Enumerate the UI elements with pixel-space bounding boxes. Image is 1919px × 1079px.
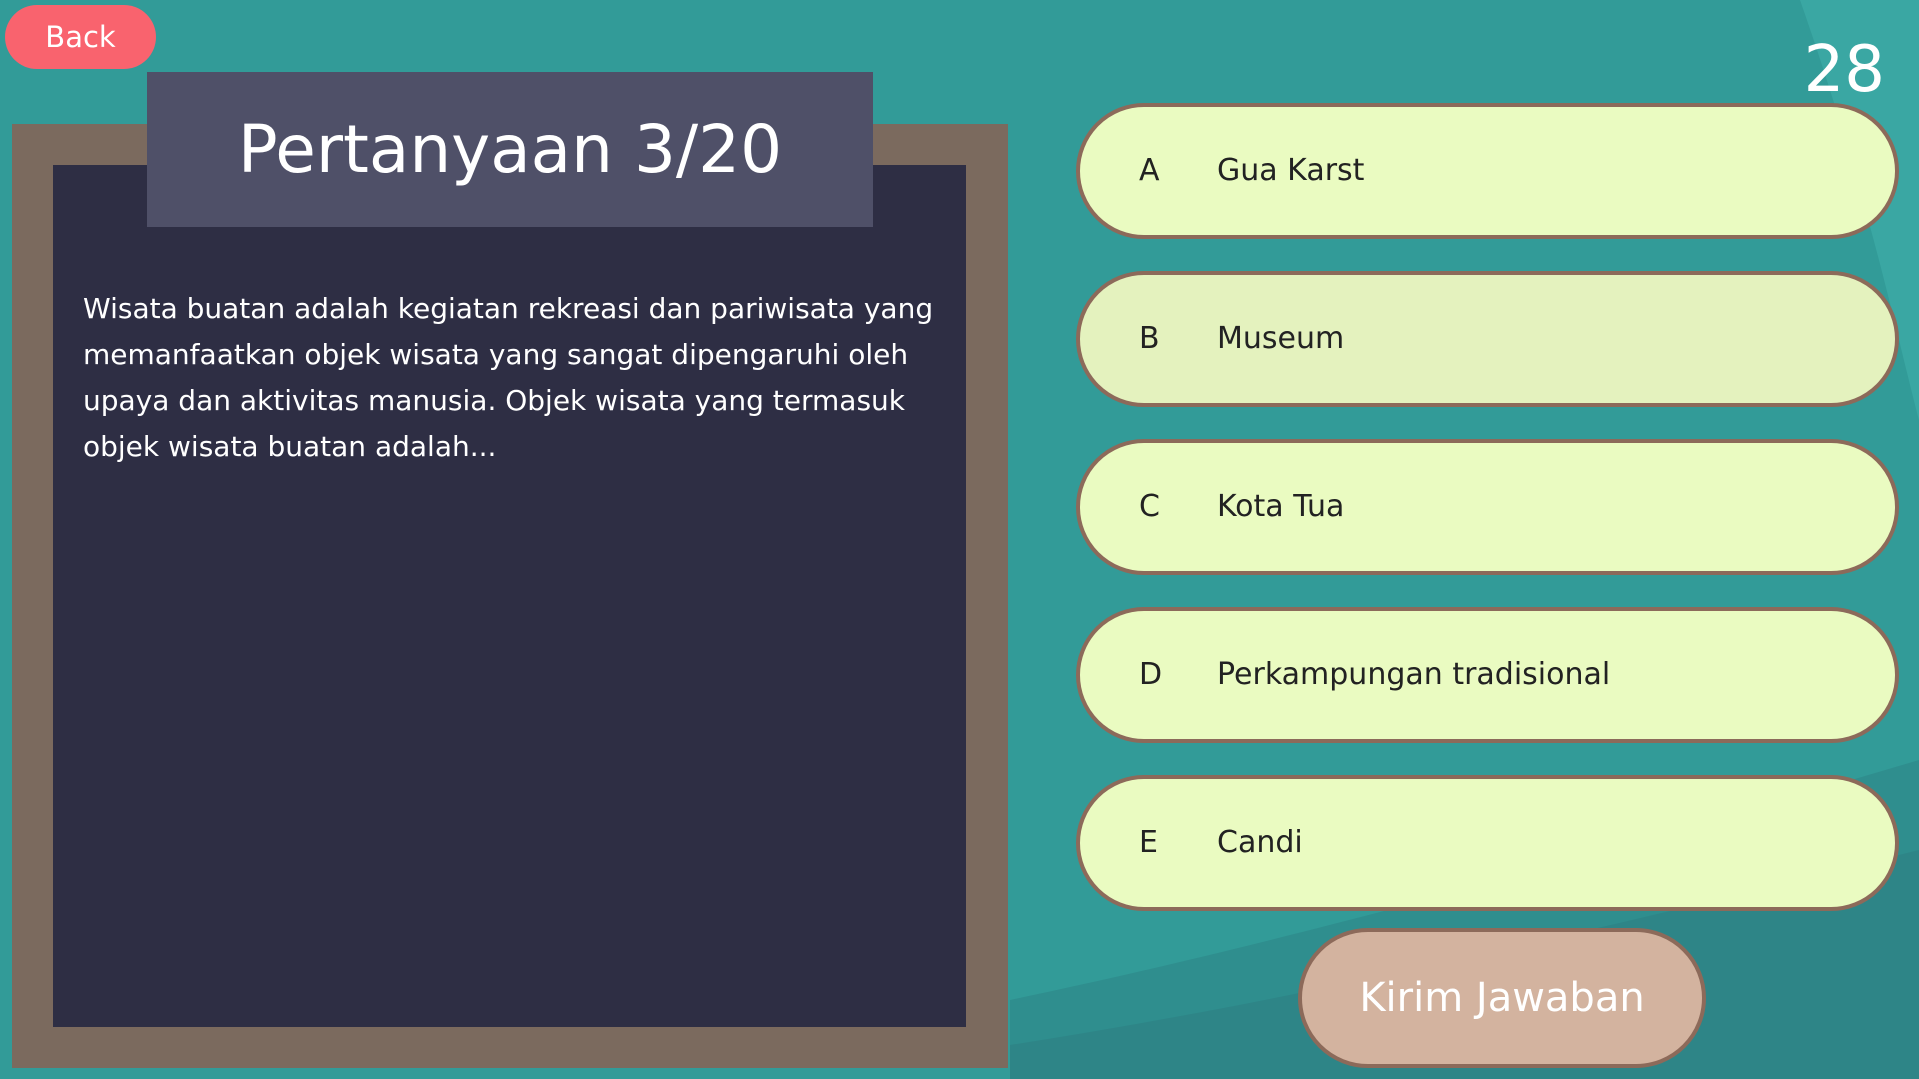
option-letter: C bbox=[1139, 489, 1160, 524]
option-b[interactable]: B Museum bbox=[1076, 271, 1899, 407]
option-label: Museum bbox=[1217, 321, 1345, 356]
option-a[interactable]: A Gua Karst bbox=[1076, 103, 1899, 239]
submit-answer-label: Kirim Jawaban bbox=[1359, 975, 1645, 1021]
option-label: Perkampungan tradisional bbox=[1217, 657, 1611, 692]
question-title: Pertanyaan 3/20 bbox=[147, 72, 873, 227]
option-label: Kota Tua bbox=[1217, 489, 1345, 524]
back-button[interactable]: Back bbox=[5, 5, 156, 69]
option-e[interactable]: E Candi bbox=[1076, 775, 1899, 911]
option-letter: A bbox=[1139, 153, 1160, 188]
option-letter: D bbox=[1139, 657, 1163, 692]
option-label: Gua Karst bbox=[1217, 153, 1365, 188]
option-c[interactable]: C Kota Tua bbox=[1076, 439, 1899, 575]
timer-countdown: 28 bbox=[1803, 33, 1885, 107]
option-letter: E bbox=[1139, 825, 1158, 860]
option-letter: B bbox=[1139, 321, 1160, 356]
question-title-label: Pertanyaan 3/20 bbox=[237, 111, 783, 188]
question-text: Wisata buatan adalah kegiatan rekreasi d… bbox=[83, 292, 934, 463]
submit-answer-button[interactable]: Kirim Jawaban bbox=[1298, 928, 1706, 1068]
option-label: Candi bbox=[1217, 825, 1303, 860]
option-d[interactable]: D Perkampungan tradisional bbox=[1076, 607, 1899, 743]
